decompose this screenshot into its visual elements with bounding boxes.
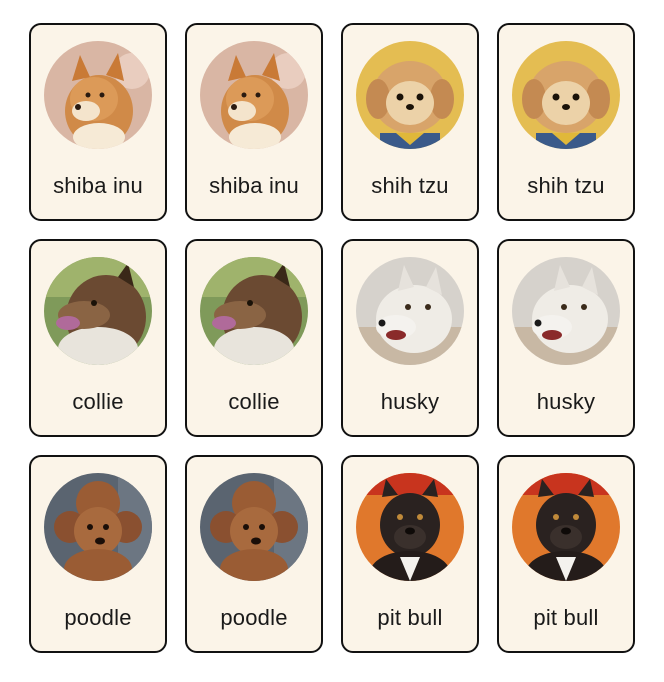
dog-card-shiba-inu[interactable]: shiba inu <box>185 23 323 221</box>
card-grid: shiba inu shiba inu shih tzu shih tzu co… <box>29 23 635 653</box>
shih-tzu-photo <box>356 41 464 149</box>
husky-photo <box>512 257 620 365</box>
shiba-inu-photo <box>44 41 152 149</box>
poodle-photo <box>200 473 308 581</box>
pit-bull-photo <box>356 473 464 581</box>
card-label: poodle <box>64 605 132 630</box>
shiba-inu-photo <box>200 41 308 149</box>
card-label: husky <box>536 389 596 414</box>
card-label: shiba inu <box>53 173 143 198</box>
poodle-photo <box>44 473 152 581</box>
shih-tzu-photo <box>512 41 620 149</box>
dog-card-husky[interactable]: husky <box>497 239 635 437</box>
card-label: pit bull <box>533 605 599 630</box>
card-label: collie <box>72 389 124 414</box>
dog-card-poodle[interactable]: poodle <box>29 455 167 653</box>
dog-card-shih-tzu[interactable]: shih tzu <box>497 23 635 221</box>
dog-card-husky[interactable]: husky <box>341 239 479 437</box>
dog-card-collie[interactable]: collie <box>185 239 323 437</box>
collie-photo <box>200 257 308 365</box>
dog-card-pit-bull[interactable]: pit bull <box>497 455 635 653</box>
dog-card-shiba-inu[interactable]: shiba inu <box>29 23 167 221</box>
dog-card-shih-tzu[interactable]: shih tzu <box>341 23 479 221</box>
card-label: shih tzu <box>527 173 605 198</box>
card-label: shih tzu <box>371 173 449 198</box>
card-label: collie <box>228 389 280 414</box>
dog-card-pit-bull[interactable]: pit bull <box>341 455 479 653</box>
card-label: husky <box>380 389 440 414</box>
card-label: pit bull <box>377 605 443 630</box>
card-label: shiba inu <box>209 173 299 198</box>
card-label: poodle <box>220 605 288 630</box>
husky-photo <box>356 257 464 365</box>
dog-card-poodle[interactable]: poodle <box>185 455 323 653</box>
pit-bull-photo <box>512 473 620 581</box>
collie-photo <box>44 257 152 365</box>
dog-card-collie[interactable]: collie <box>29 239 167 437</box>
